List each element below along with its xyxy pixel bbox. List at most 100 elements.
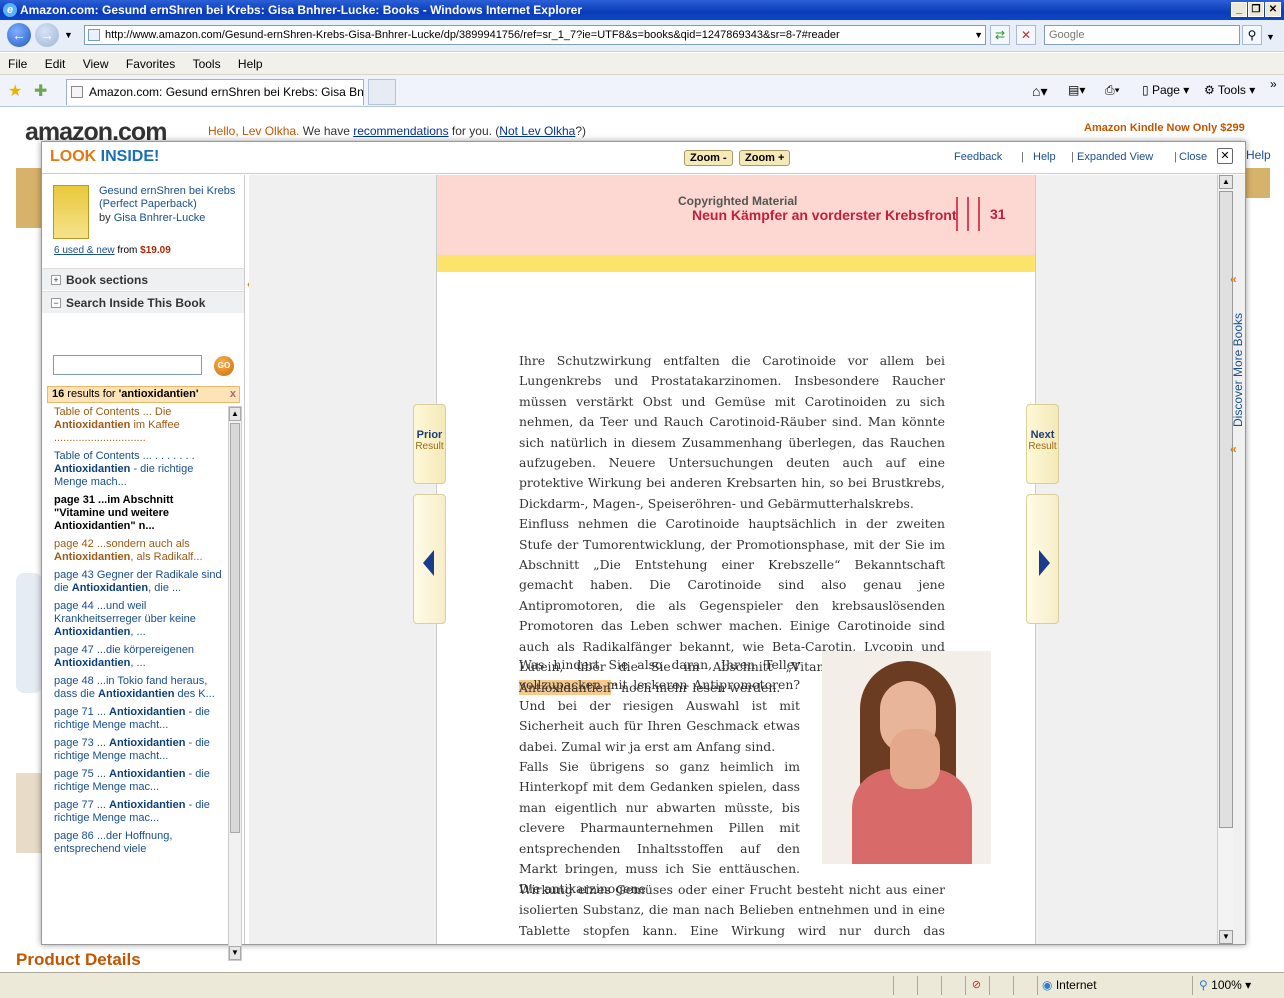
expand-discover-icon[interactable]: «	[1230, 272, 1237, 286]
security-zone[interactable]: ◉ Internet	[1037, 976, 1187, 995]
search-result-item[interactable]: page 42 ...sondern auch als Antioxidanti…	[54, 538, 226, 564]
page-body: Ihre Schutzwirkung entfalten die Carotin…	[519, 351, 945, 698]
scroll-down-icon[interactable]: ▼	[229, 946, 241, 960]
scroll-up-icon[interactable]: ▲	[1219, 175, 1233, 189]
search-options-icon[interactable]: ▼	[1266, 32, 1275, 42]
book-sections-header[interactable]: + Book sections	[42, 268, 244, 290]
chevron-more-icon[interactable]: »	[1270, 77, 1277, 91]
search-result-item[interactable]: page 77 ... Antioxidantien - die richtig…	[54, 799, 226, 825]
search-result-item[interactable]: page 75 ... Antioxidantien - die richtig…	[54, 768, 226, 794]
result-text: des K...	[174, 688, 215, 700]
search-go-icon[interactable]: ⚲	[1242, 25, 1262, 45]
next-page-button[interactable]	[1026, 494, 1059, 624]
result-keyword: Antioxidantien	[54, 463, 131, 475]
search-result-item[interactable]: page 48 ...in Tokio fand heraus, dass di…	[54, 675, 226, 701]
look-inside-reader: LOOK INSIDE! Zoom - Zoom + Feedback | He…	[41, 141, 1246, 961]
menu-help[interactable]: Help	[232, 53, 269, 75]
search-result-item[interactable]: page 71 ... Antioxidantien - die richtig…	[54, 706, 226, 732]
address-input[interactable]: http://www.amazon.com/Gesund-ernShren-Kr…	[84, 25, 986, 45]
privacy-icon[interactable]: ⊘	[965, 976, 987, 995]
result-keyword: Antioxidantien	[54, 551, 131, 563]
search-result-item[interactable]: page 73 ... Antioxidantien - die richtig…	[54, 737, 226, 763]
zoom-level[interactable]: ⚲ 100% ▾	[1192, 976, 1278, 995]
help-link[interactable]: Help	[1033, 151, 1056, 163]
zoom-in-button[interactable]: Zoom +	[739, 150, 791, 166]
zoom-icon: ⚲	[1199, 978, 1208, 992]
search-inside-header[interactable]: − Search Inside This Book	[42, 291, 244, 313]
results-summary: 16 results for 'antioxidantien' x	[47, 386, 240, 403]
tab-label: Amazon.com: Gesund ernShren bei Krebs: G…	[89, 85, 364, 99]
stop-icon[interactable]: ✕	[1016, 25, 1036, 45]
close-link[interactable]: Close	[1179, 151, 1207, 163]
search-result-item[interactable]: page 86 ...der Hoffnung, entsprechend vi…	[54, 830, 226, 856]
from-label: from	[114, 245, 141, 256]
close-window-button[interactable]: ✕	[1265, 2, 1281, 17]
forward-button[interactable]: →	[35, 23, 59, 47]
not-user-link[interactable]: Not Lev Olkha	[499, 124, 575, 138]
expanded-view-link[interactable]: Expanded View	[1077, 151, 1153, 163]
scroll-thumb[interactable]	[230, 423, 240, 833]
scroll-down-icon[interactable]: ▼	[1219, 930, 1233, 944]
menu-edit[interactable]: Edit	[39, 53, 72, 75]
scroll-thumb[interactable]	[1219, 191, 1233, 828]
author-link[interactable]: Gisa Bnhrer-Lucke	[114, 212, 206, 224]
restore-button[interactable]: ❐	[1248, 2, 1264, 17]
search-result-item[interactable]: Table of Contents ... . . . . . . . Anti…	[54, 450, 226, 489]
results-scrollbar[interactable]: ▲ ▼	[228, 406, 242, 961]
search-input[interactable]: Google	[1044, 25, 1240, 45]
close-icon[interactable]: ✕	[1217, 148, 1233, 164]
menu-favorites[interactable]: Favorites	[120, 53, 181, 75]
add-favorite-icon[interactable]: ✚	[34, 81, 47, 101]
discover-more-books-tab[interactable]: Discover More Books	[1230, 302, 1245, 432]
recent-pages-dropdown-icon[interactable]: ▼	[64, 30, 73, 40]
bg-help-link[interactable]: Help	[1246, 148, 1271, 162]
search-result-item[interactable]: page 44 ...und weil Krankheitserreger üb…	[54, 600, 226, 639]
search-result-item[interactable]: page 31 ...im Abschnitt "Vitamine und we…	[54, 494, 226, 533]
clear-results-icon[interactable]: x	[230, 387, 236, 402]
search-inside-input[interactable]	[53, 355, 202, 375]
collapse-icon: −	[51, 298, 61, 308]
previous-page-button[interactable]	[413, 494, 446, 624]
feeds-icon[interactable]: ▤▾	[1068, 83, 1085, 97]
print-icon[interactable]: ⎙▾	[1105, 83, 1120, 98]
used-offer: 6 used & new from $19.09	[54, 245, 171, 256]
menu-tools[interactable]: Tools	[187, 53, 227, 75]
book-sections-label: Book sections	[66, 273, 149, 287]
go-button[interactable]: GO	[214, 356, 234, 376]
new-tab-button[interactable]	[368, 79, 396, 105]
menu-file[interactable]: File	[2, 53, 33, 75]
favorites-star-icon[interactable]: ★	[8, 81, 22, 101]
tab-amazon[interactable]: Amazon.com: Gesund ernShren bei Krebs: G…	[66, 79, 364, 105]
result-text: page 31 ...im Abschnitt "Vitamine und we…	[54, 494, 174, 519]
menu-view[interactable]: View	[77, 53, 115, 75]
reader-area: Copyrighted Material Neun Kämpfer an vor…	[249, 175, 1245, 944]
scroll-up-icon[interactable]: ▲	[229, 407, 241, 421]
result-text: page 44 ...und weil Krankheitserreger üb…	[54, 600, 196, 625]
home-icon[interactable]: ⌂▾	[1032, 83, 1047, 100]
divider	[967, 197, 969, 231]
next-result-button[interactable]: Next Result	[1026, 404, 1059, 484]
tools-menu[interactable]: ⚙ Tools ▾	[1204, 83, 1255, 97]
results-query: 'antioxidantien'	[118, 388, 199, 400]
minimize-button[interactable]: _	[1231, 2, 1247, 17]
look-inside-logo: LOOK INSIDE!	[50, 148, 159, 166]
reader-scrollbar[interactable]: ▲ ▼	[1217, 175, 1233, 944]
book-cover-image[interactable]	[53, 185, 89, 239]
result-text: " n...	[130, 520, 155, 532]
prior-result-button[interactable]: Prior Result	[413, 404, 446, 484]
book-title-link[interactable]: Gesund ernShren bei Krebs (Perfect Paper…	[99, 185, 239, 211]
used-new-link[interactable]: 6 used & new	[54, 245, 115, 256]
kindle-promo[interactable]: Amazon Kindle Now Only $299	[1084, 122, 1245, 134]
result-keyword: Antioxidantien	[109, 706, 186, 718]
refresh-icon[interactable]: ⇄	[990, 25, 1010, 45]
recommendations-link[interactable]: recommendations	[353, 124, 448, 138]
search-result-item[interactable]: page 47 ...die körpereigenen Antioxidant…	[54, 644, 226, 670]
address-dropdown-icon[interactable]: ▼	[974, 26, 983, 44]
feedback-link[interactable]: Feedback	[954, 151, 1002, 163]
zoom-out-button[interactable]: Zoom -	[684, 150, 733, 166]
search-result-item[interactable]: Table of Contents ... Die Antioxidantien…	[54, 406, 226, 445]
back-button[interactable]: ←	[7, 23, 31, 47]
expand-discover-icon[interactable]: «	[1230, 442, 1237, 456]
page-menu[interactable]: ▯ Page ▾	[1142, 83, 1189, 97]
search-result-item[interactable]: page 43 Gegner der Radikale sind die Ant…	[54, 569, 226, 595]
